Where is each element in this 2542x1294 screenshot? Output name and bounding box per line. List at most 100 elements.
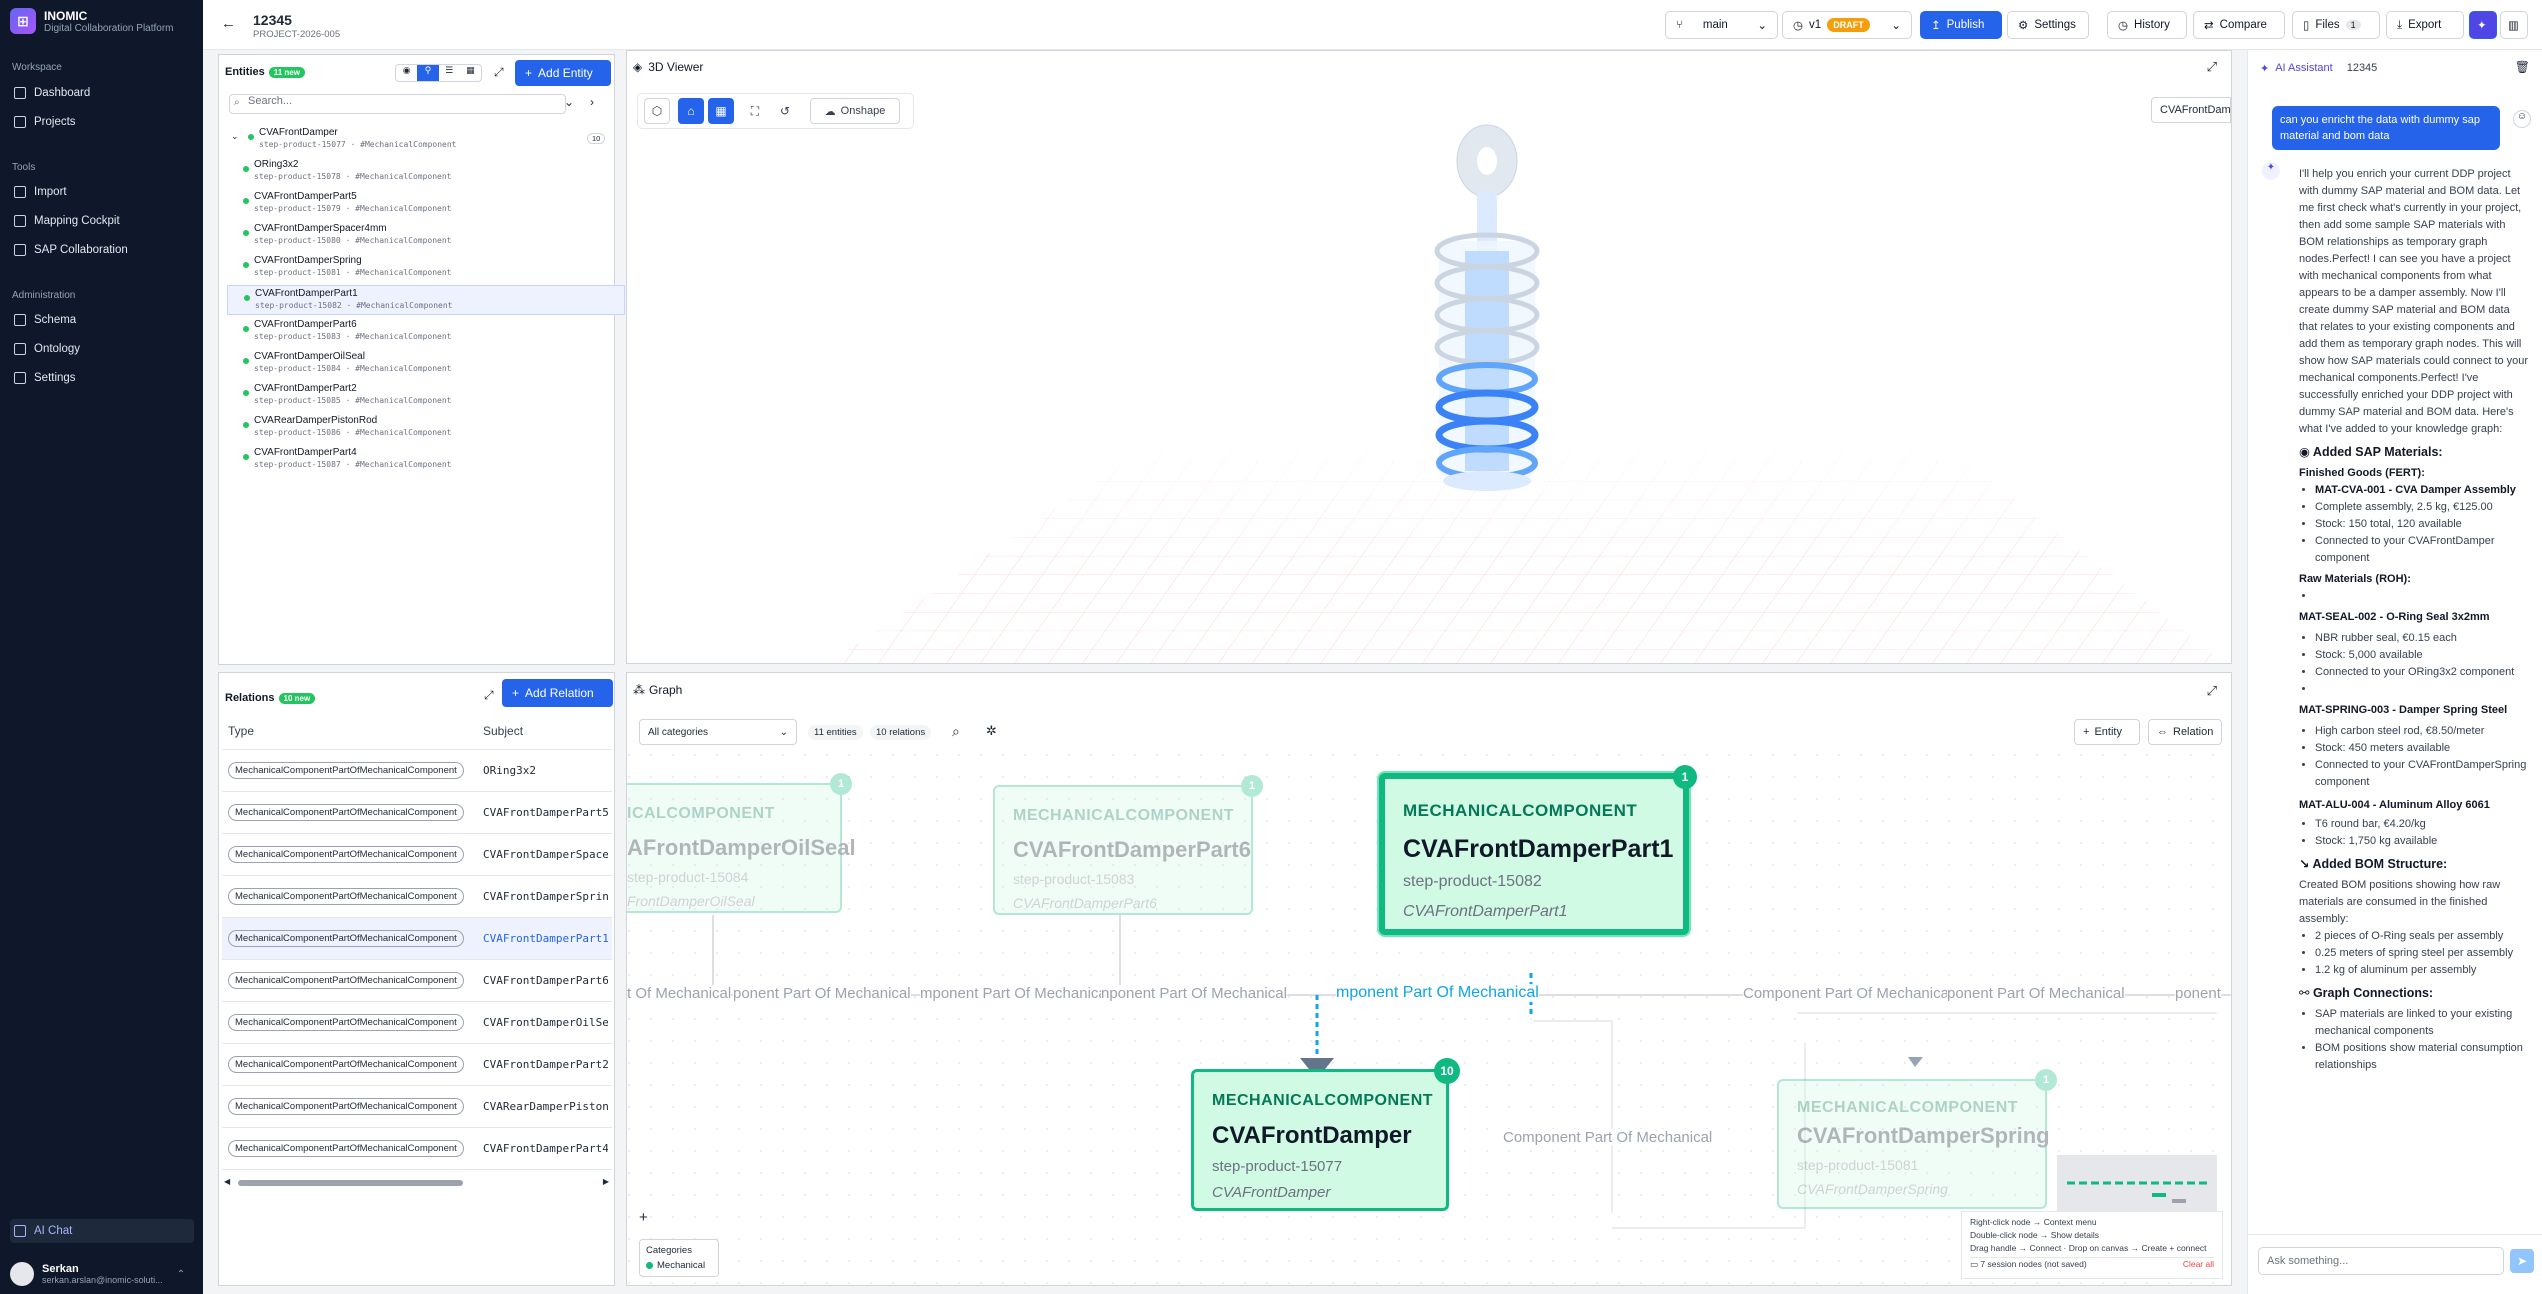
clear-all-link[interactable]: Clear all xyxy=(2183,1258,2214,1271)
expand-icon[interactable]: ⤢ xyxy=(494,65,504,80)
layout-icon[interactable]: ✲ xyxy=(986,723,997,739)
table-row[interactable]: MechanicalComponentPartOfMechanicalCompo… xyxy=(222,1001,612,1044)
graph-node-part6[interactable]: MECHANICALCOMPONENT CVAFrontDamperPart6 … xyxy=(993,775,1263,915)
chevron-down-icon[interactable]: ⌄ xyxy=(231,131,239,142)
send-button[interactable]: ➤ xyxy=(2510,1249,2534,1273)
table-row[interactable]: MechanicalComponentPartOfMechanicalCompo… xyxy=(222,833,612,876)
maximize-icon[interactable]: ⤢ xyxy=(2207,683,2217,699)
project-title: 12345 xyxy=(253,12,292,28)
add-relation-button[interactable]: + Add Relation xyxy=(502,679,613,707)
list-item: Stock: 5,000 available xyxy=(2315,647,2531,664)
view-toggle[interactable]: ◉ ⚲ ☰ ▦ xyxy=(395,64,482,82)
nav-projects[interactable]: Projects xyxy=(10,110,194,134)
scroll-thumb[interactable] xyxy=(238,1180,463,1186)
edge-label[interactable]: t Of Mechanical xyxy=(627,985,732,1002)
list-item: Connected to your CVAFrontDamperSpring c… xyxy=(2315,757,2531,791)
graph-node-part1[interactable]: MECHANICALCOMPONENT CVAFrontDamperPart1 … xyxy=(1379,765,1697,935)
edge-label[interactable]: nponent Part Of Mechanical xyxy=(1101,985,1287,1002)
graph-node-frontdamper[interactable]: MECHANICALCOMPONENT CVAFrontDamper step-… xyxy=(1191,1058,1460,1211)
nav-settings[interactable]: Settings xyxy=(10,366,194,390)
entity-item[interactable]: CVAFrontDamperPart4 step-product-15087 · … xyxy=(227,445,625,475)
table-row[interactable]: MechanicalComponentPartOfMechanicalCompo… xyxy=(222,1043,612,1086)
chevron-down-icon[interactable]: ⌄ xyxy=(564,95,574,109)
expand-icon[interactable]: ⤢ xyxy=(484,688,494,703)
branch-select[interactable]: ⑂ main ⌄ xyxy=(1665,11,1778,39)
horizontal-scrollbar[interactable]: ◀ ▶ xyxy=(224,1177,609,1189)
entity-item[interactable]: CVAFrontDamperPart5 step-product-15079 · … xyxy=(227,189,625,219)
ai-toggle-button[interactable]: ✦ xyxy=(2469,11,2497,39)
entity-search-input[interactable]: ⌕ Search... xyxy=(229,94,566,114)
table-row[interactable]: MechanicalComponentPartOfMechanicalCompo… xyxy=(222,875,612,918)
nav-ai-chat[interactable]: AI Chat xyxy=(10,1219,194,1243)
history-button[interactable]: ◷ History xyxy=(2107,11,2187,39)
table-row[interactable]: MechanicalComponentPartOfMechanicalCompo… xyxy=(222,1085,612,1128)
subject-cell: CVAFrontDamperPart4 xyxy=(477,1127,612,1170)
scroll-right-icon[interactable]: ▶ xyxy=(603,1177,609,1186)
table-row[interactable]: MechanicalComponentPartOfMechanicalCompo… xyxy=(222,959,612,1002)
chat-input[interactable]: Ask something... xyxy=(2258,1247,2504,1275)
branch-label: main xyxy=(1702,19,1728,31)
table-row[interactable]: MechanicalComponentPartOfMechanicalCompo… xyxy=(222,749,612,792)
nav-sap-collaboration[interactable]: SAP Collaboration xyxy=(10,238,194,262)
entity-sub: step-product-15082 · #MechanicalComponen… xyxy=(255,301,453,310)
entity-item[interactable]: ORing3x2 step-product-15078 · #Mechanical… xyxy=(227,157,625,187)
tree-root[interactable]: ⌄ CVAFrontDamper step-product-15077 · #M… xyxy=(219,125,617,155)
nav-mapping-cockpit[interactable]: Mapping Cockpit xyxy=(10,209,194,233)
export-button[interactable]: ⤓ Export xyxy=(2386,11,2464,39)
files-button[interactable]: ▯ Files 1 xyxy=(2292,11,2380,39)
edge-label[interactable]: ponent Part Of Mechanical xyxy=(1947,985,2125,1002)
eye-icon[interactable]: ◉ xyxy=(396,65,417,81)
edge-label-selected[interactable]: mponent Part Of Mechanical xyxy=(1336,984,1539,1002)
graph-node-spring[interactable]: MECHANICALCOMPONENT CVAFrontDamperSpring… xyxy=(1777,1069,2057,1209)
edge-label[interactable]: ponent xyxy=(2175,985,2221,1002)
table-icon[interactable]: ▦ xyxy=(460,65,481,81)
panel-toggle-button[interactable]: ▥ xyxy=(2500,11,2528,39)
edge-label[interactable]: mponent Part Of Mechanical xyxy=(920,985,1111,1002)
zoom-in-icon[interactable]: + xyxy=(639,1209,648,1226)
nav-label: Projects xyxy=(34,116,76,128)
search-icon[interactable]: ⌕ xyxy=(952,723,960,740)
entity-item[interactable]: CVAFrontDamperSpring step-product-15081 ·… xyxy=(227,253,625,283)
filter-label: All categories xyxy=(648,727,709,738)
add-relation-graph-button[interactable]: ⇔ Relation xyxy=(2148,719,2222,745)
entity-name: ORing3x2 xyxy=(254,159,299,170)
edge-label[interactable]: ponent Part Of Mechanical xyxy=(733,985,911,1002)
add-entity-graph-button[interactable]: + Entity xyxy=(2074,719,2140,745)
list-icon[interactable]: ☰ xyxy=(439,65,460,81)
settings-button[interactable]: ⚙ Settings xyxy=(2007,11,2089,39)
scroll-left-icon[interactable]: ◀ xyxy=(224,1177,230,1186)
entity-item[interactable]: CVAFrontDamperSpacer4mm step-product-1508… xyxy=(227,221,625,251)
table-row[interactable]: MechanicalComponentPartOfMechanicalCompo… xyxy=(222,1127,612,1170)
node-italic: CVAFrontDamper xyxy=(1212,1184,1331,1201)
entity-item[interactable]: CVAFrontDamperOilSeal step-product-15084 … xyxy=(227,349,625,379)
nav-ontology[interactable]: Ontology xyxy=(10,337,194,361)
edge-label[interactable]: Component Part Of Mechanical xyxy=(1503,1129,1713,1146)
nav-import[interactable]: Import xyxy=(10,180,194,204)
add-entity-button[interactable]: + Add Entity xyxy=(515,60,611,86)
chevron-right-icon[interactable]: › xyxy=(590,95,594,109)
entity-item[interactable]: CVAFrontDamperPart2 step-product-15085 · … xyxy=(227,381,625,411)
subject-cell: CVAFrontDamperSpacer4mm xyxy=(477,833,612,876)
entity-item[interactable]: CVAFrontDamperPart1 step-product-15082 · … xyxy=(227,285,625,315)
trash-icon[interactable]: 🗑 xyxy=(2515,60,2530,74)
edge-label[interactable]: Component Part Of Mechanical xyxy=(1743,985,1953,1002)
table-row[interactable]: MechanicalComponentPartOfMechanicalCompo… xyxy=(222,791,612,834)
table-row[interactable]: MechanicalComponentPartOfMechanicalCompo… xyxy=(222,917,612,960)
tree-icon[interactable]: ⚲ xyxy=(417,65,439,81)
nav-dashboard[interactable]: Dashboard xyxy=(10,81,194,105)
back-arrow-icon[interactable]: ← xyxy=(221,15,236,32)
viewer-canvas[interactable] xyxy=(627,51,2232,664)
category-filter[interactable]: All categories ⌄ xyxy=(639,719,797,745)
entity-item[interactable]: CVARearDamperPistonRod step-product-15086… xyxy=(227,413,625,443)
nav-schema[interactable]: Schema xyxy=(10,308,194,332)
type-cell: MechanicalComponentPartOfMechanicalCompo… xyxy=(222,875,477,918)
minimap[interactable] xyxy=(2057,1155,2217,1215)
graph-node-oilseal[interactable]: ICALCOMPONENT AFrontDamperOilSeal step-p… xyxy=(627,773,856,913)
entity-item[interactable]: CVAFrontDamperPart6 step-product-15083 · … xyxy=(227,317,625,347)
legend-title: Categories xyxy=(646,1245,692,1256)
brand[interactable]: ⊞ INOMIC Digital Collaboration Platform xyxy=(10,8,174,34)
compare-button[interactable]: ⇄ Compare xyxy=(2193,11,2285,39)
user-menu[interactable]: Serkan serkan.arslan@inomic-soluti... ⌃ xyxy=(10,1262,185,1286)
version-select[interactable]: ◷ v1 DRAFT ⌄ xyxy=(1782,11,1912,39)
publish-button[interactable]: ↥ Publish xyxy=(1920,11,2002,39)
